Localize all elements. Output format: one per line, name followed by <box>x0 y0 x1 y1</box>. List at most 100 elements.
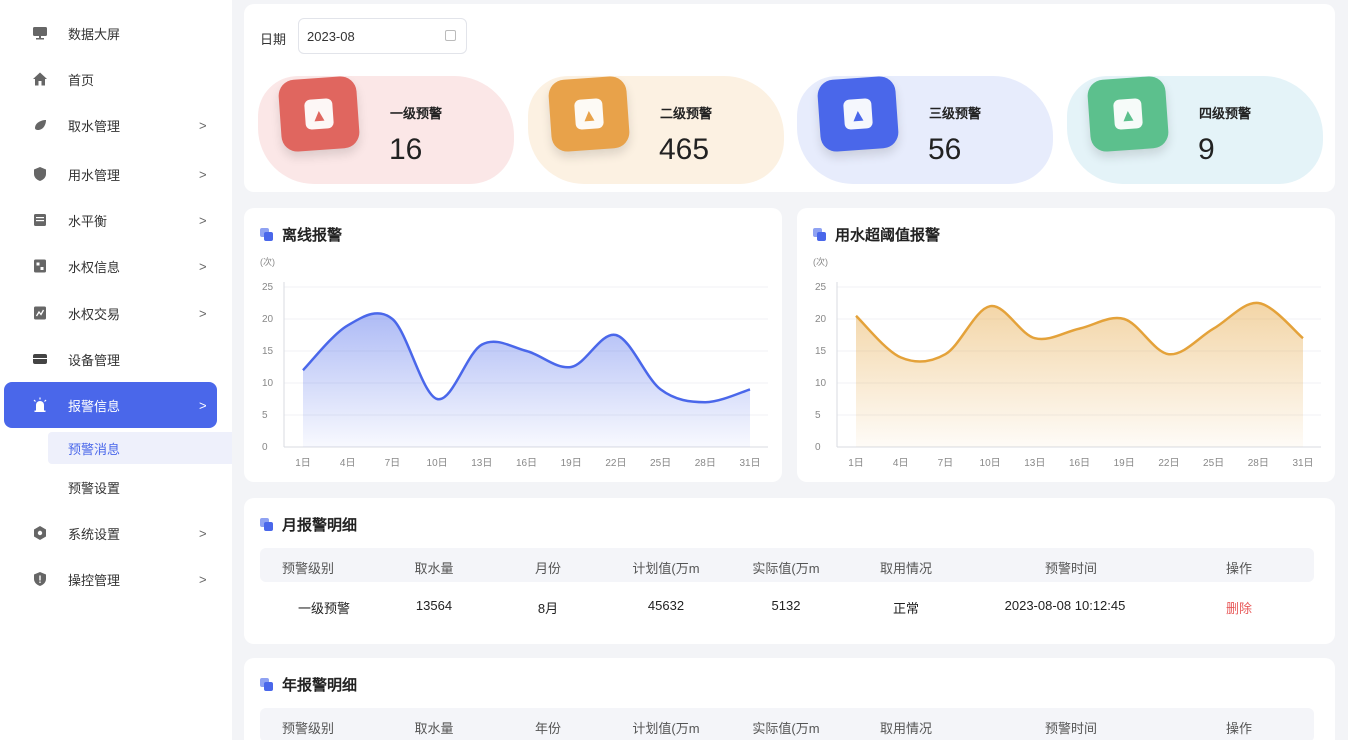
sidebar-item-water-intake[interactable]: 取水管理 > <box>4 102 217 148</box>
x-tick-label: 22日 <box>605 458 626 469</box>
date-value: 2023-08 <box>307 28 355 44</box>
stat-label: 一级预警 <box>390 106 443 121</box>
offline-alarm-chart: 0 5 10 15 20 25 1日 4日 7日 10日 13日 16日 19日 22日 25日 28日 31日 <box>262 282 768 469</box>
sidebar-item-water-balance[interactable]: 水平衡 > <box>4 197 217 243</box>
sidebar-item-water-rights-info[interactable]: 水权信息 > <box>4 243 217 289</box>
section-title-text: 月报警明细 <box>282 517 358 534</box>
sidebar-item-system-settings[interactable]: 系统设置 > <box>4 510 217 556</box>
table-header-cell: 预警级别 <box>281 561 335 576</box>
sidebar-item-label: 水平衡 <box>68 213 108 229</box>
submenu-item-warning-settings[interactable]: 预警设置 <box>48 471 232 503</box>
warning-document-icon <box>277 75 361 153</box>
table-cell: 2023-08-08 10:12:45 <box>1004 598 1126 613</box>
series-area <box>303 313 750 447</box>
table-cell: 一级预警 <box>297 601 351 616</box>
x-tick-label: 10日 <box>427 458 448 469</box>
sidebar-item-control-management[interactable]: 操控管理 > <box>4 556 217 602</box>
chevron-right-icon: > <box>199 305 207 321</box>
x-tick-label: 19日 <box>561 458 582 469</box>
x-tick-label: 28日 <box>695 458 716 469</box>
warning-document-icon <box>547 75 631 153</box>
stat-label: 二级预警 <box>660 106 713 121</box>
table-cell: 正常 <box>892 601 920 616</box>
control-icon <box>32 571 48 587</box>
y-tick-label: 0 <box>815 442 821 453</box>
sidebar-item-label: 报警信息 <box>68 398 121 414</box>
y-tick-label: 15 <box>815 346 827 357</box>
x-tick-label: 25日 <box>650 458 671 469</box>
x-tick-label: 25日 <box>1203 458 1224 469</box>
x-tick-label: 1日 <box>295 458 311 469</box>
threshold-alarm-chart-card: 用水超阈值报警 (次) 0 5 10 15 20 25 1日 4日 7日 10日 13日 16日 19日… <box>797 208 1335 482</box>
table-cell: 45632 <box>647 598 685 613</box>
table-header-cell: 取水量 <box>414 721 454 736</box>
sidebar-item-alarm-info[interactable]: 报警信息 > <box>4 382 217 428</box>
chevron-right-icon: > <box>199 258 207 274</box>
sidebar-item-label: 水权信息 <box>68 259 121 275</box>
sidebar-item-home[interactable]: 首页 <box>4 56 217 102</box>
sidebar-item-label: 取水管理 <box>68 118 121 134</box>
sidebar-item-water-rights-trade[interactable]: 水权交易 > <box>4 290 217 336</box>
y-tick-label: 0 <box>262 442 268 453</box>
balance-icon <box>32 212 48 228</box>
table-cell: 5132 <box>771 598 801 613</box>
table-header-cell: 取水量 <box>414 561 454 576</box>
x-tick-label: 16日 <box>516 458 537 469</box>
sidebar-item-label: 系统设置 <box>68 526 121 542</box>
x-tick-label: 13日 <box>471 458 492 469</box>
table-header-row: 预警级别 取水量 月份 计划值(万m 实际值(万m 取用情况 预警时间 操作 <box>260 548 1314 582</box>
table-header-cell: 取用情况 <box>879 721 933 736</box>
warning-document-icon <box>816 75 900 153</box>
stat-level-2-warning: 二级预警 465 <box>528 68 784 184</box>
stat-label: 三级预警 <box>929 106 982 121</box>
document-icon <box>32 258 48 274</box>
trade-icon <box>32 305 48 321</box>
water-drop-icon <box>32 117 48 133</box>
monthly-alarm-detail-card: 月报警明细 预警级别 取水量 月份 计划值(万m 实际值(万m 取用情况 预警时… <box>244 498 1335 644</box>
chevron-right-icon: > <box>199 212 207 228</box>
section-title: 月报警明细 <box>260 514 357 535</box>
x-tick-label: 7日 <box>938 458 954 469</box>
stat-value: 9 <box>1198 133 1215 166</box>
x-tick-label: 31日 <box>739 458 760 469</box>
y-tick-label: 10 <box>815 378 827 389</box>
date-picker-input[interactable]: 2023-08 <box>298 18 467 54</box>
layers-icon <box>260 678 273 691</box>
sidebar-item-label: 操控管理 <box>68 572 121 588</box>
x-tick-label: 7日 <box>385 458 401 469</box>
y-tick-label: 5 <box>262 410 268 421</box>
sidebar-item-water-usage[interactable]: 用水管理 > <box>4 151 217 197</box>
submenu-item-warning-messages[interactable]: 预警消息 <box>48 432 232 464</box>
layers-icon <box>260 518 273 531</box>
chevron-right-icon: > <box>199 397 207 413</box>
table-cell: 8月 <box>537 601 559 616</box>
x-tick-label: 16日 <box>1069 458 1090 469</box>
table-header-cell: 计划值(万m <box>632 561 700 576</box>
table-header-cell: 年份 <box>534 721 562 736</box>
sidebar-item-data-screen[interactable]: 数据大屏 <box>4 10 217 56</box>
table-header-cell: 取用情况 <box>879 561 933 576</box>
chevron-right-icon: > <box>199 117 207 133</box>
table-header-cell: 实际值(万m <box>752 561 820 576</box>
chevron-right-icon: > <box>199 166 207 182</box>
delete-link[interactable]: 删除 <box>1226 598 1252 617</box>
table-header-cell: 预警时间 <box>1044 721 1098 736</box>
stat-level-3-warning: 三级预警 56 <box>797 68 1053 184</box>
sidebar-item-label: 设备管理 <box>68 352 121 368</box>
shield-icon <box>32 166 48 182</box>
table-header-cell: 月份 <box>534 561 562 576</box>
table-header-cell: 操作 <box>1225 721 1253 736</box>
stat-level-1-warning: 一级预警 16 <box>258 68 514 184</box>
sidebar-item-label: 用水管理 <box>68 167 121 183</box>
stat-value: 16 <box>389 133 423 166</box>
chevron-right-icon: > <box>199 571 207 587</box>
sidebar-item-device-management[interactable]: 设备管理 <box>4 336 217 382</box>
series-area <box>856 302 1303 447</box>
home-icon <box>32 71 48 87</box>
x-tick-label: 28日 <box>1248 458 1269 469</box>
alarm-icon <box>32 397 48 413</box>
y-tick-label: 25 <box>262 282 274 293</box>
table-cell: 13564 <box>415 598 453 613</box>
table-header-row: 预警级别 取水量 年份 计划值(万m 实际值(万m 取用情况 预警时间 操作 <box>260 708 1314 740</box>
sidebar-item-label: 数据大屏 <box>68 26 121 42</box>
